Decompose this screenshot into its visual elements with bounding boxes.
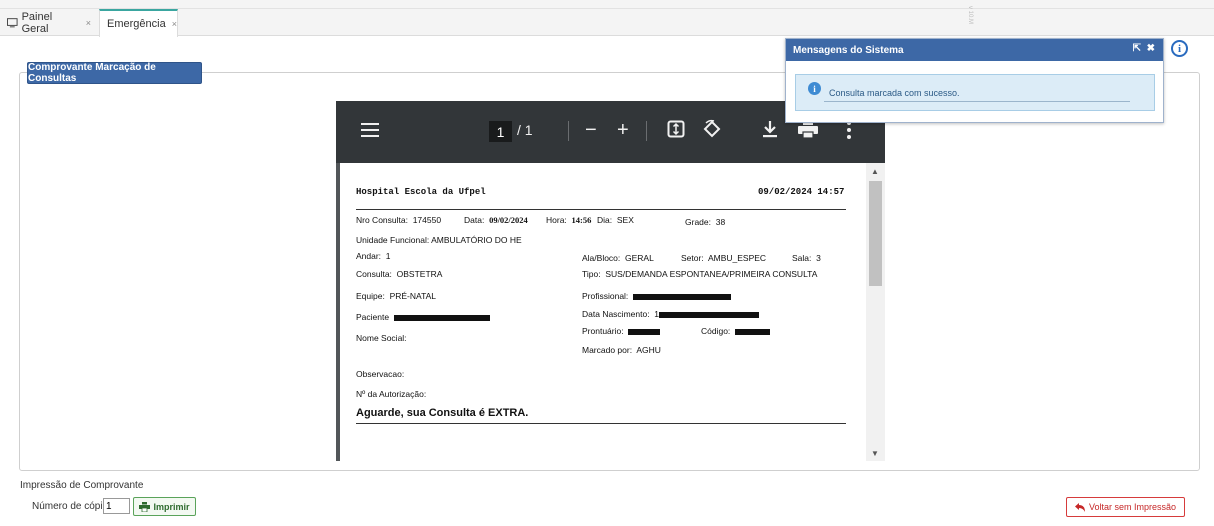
pdf-viewer: 1 / 1 − + Hospital Escola da Ufpel 09/02… — [336, 101, 885, 461]
divider — [356, 423, 846, 424]
scrollbar-thumb[interactable] — [869, 181, 882, 286]
dia-label: Dia: — [597, 215, 613, 225]
equipe-value: PRÉ-NATAL — [389, 291, 437, 301]
tab-label: Emergência — [107, 18, 166, 30]
pdf-scrollbar[interactable]: ▲ ▼ — [866, 163, 885, 461]
zoom-out-button[interactable]: − — [585, 118, 597, 142]
tab-close-icon[interactable]: × — [86, 18, 91, 28]
tab-label: Painel Geral — [21, 10, 53, 35]
consulta-value: OBSTETRA — [396, 269, 443, 279]
nome-social-label: Nome Social: — [356, 333, 407, 343]
message-info-box: i Consulta marcada com sucesso. — [795, 74, 1155, 111]
codigo-label: Código: — [701, 326, 731, 336]
redacted-prontuario — [628, 328, 661, 335]
grade-label: Grade: — [685, 217, 711, 227]
ala-label: Ala/Bloco: — [582, 253, 621, 263]
page-number-input[interactable]: 1 — [489, 121, 512, 142]
setor-value: AMBU_ESPEC — [707, 253, 767, 263]
hospital-name: Hospital Escola da Ufpel — [356, 187, 486, 197]
profissional-label: Profissional: — [582, 291, 629, 301]
prontuario-label: Prontuário: — [582, 326, 624, 336]
undo-icon — [1074, 502, 1085, 512]
aguarde-message: Aguarde, sua Consulta é EXTRA. — [356, 407, 529, 419]
tab-emergencia[interactable]: Emergência × — [99, 9, 178, 37]
message-text: Consulta marcada com sucesso. — [829, 88, 960, 98]
copies-input[interactable] — [103, 498, 130, 514]
equipe-label: Equipe: — [356, 291, 385, 301]
info-icon[interactable]: i — [1171, 40, 1188, 57]
data-nascimento-label: Data Nascimento: — [582, 309, 650, 319]
fit-page-icon[interactable] — [667, 120, 685, 144]
tab-bar: Painel Geral × Emergência × v 10.M — [0, 0, 1214, 37]
toolbar-separator — [646, 121, 647, 141]
version-text: v 10.M — [967, 6, 973, 25]
hora-label: Hora: — [546, 215, 567, 225]
ala-value: GERAL — [625, 253, 654, 263]
grade-value: 38 — [715, 217, 726, 227]
tab-painel-geral[interactable]: Painel Geral × — [0, 9, 98, 36]
dia-value: SEX — [616, 215, 634, 225]
redacted-codigo — [735, 328, 771, 335]
marcado-por-value: AGHU — [636, 345, 661, 355]
download-icon[interactable] — [762, 120, 778, 144]
tab-bar-divider — [0, 8, 1214, 9]
paciente-label: Paciente — [356, 312, 390, 322]
dialog-controls: ⇱ ✖ — [1133, 43, 1155, 54]
data-value: 09/02/2024 — [489, 215, 528, 225]
redacted-data-nascimento — [659, 311, 760, 318]
nro-consulta-label: Nro Consulta: — [356, 215, 408, 225]
message-underline — [824, 101, 1130, 102]
print-button[interactable]: Imprimir — [133, 497, 196, 516]
andar-label: Andar: — [356, 251, 382, 261]
consulta-label: Consulta: — [356, 269, 392, 279]
printer-icon — [139, 501, 151, 512]
printer-icon[interactable] — [798, 121, 818, 145]
back-without-print-button[interactable]: Voltar sem Impressão — [1066, 497, 1185, 517]
back-button-label: Voltar sem Impressão — [1088, 502, 1177, 512]
data-label: Data: — [464, 215, 485, 225]
print-section-title: Impressão de Comprovante — [20, 480, 144, 491]
tipo-label: Tipo: — [582, 269, 601, 279]
pdf-page: Hospital Escola da Ufpel 09/02/2024 14:5… — [340, 163, 866, 461]
rotate-icon[interactable] — [702, 119, 722, 145]
zoom-in-button[interactable]: + — [617, 118, 629, 142]
redacted-profissional — [633, 293, 732, 300]
toolbar-separator — [568, 121, 569, 141]
setor-label: Setor: — [681, 253, 704, 263]
sala-label: Sala: — [792, 253, 812, 263]
divider — [356, 209, 846, 210]
tab-close-icon[interactable]: × — [172, 19, 177, 29]
tipo-value: SUS/DEMANDA ESPONTANEA/PRIMEIRA CONSULTA — [605, 269, 818, 279]
sala-value: 3 — [816, 253, 821, 263]
document-datetime: 09/02/2024 14:57 — [758, 187, 845, 197]
autorizacao-label: Nº da Autorização: — [356, 389, 427, 399]
dialog-header: Mensagens do Sistema ⇱ ✖ — [786, 39, 1163, 61]
nro-consulta-value: 174550 — [412, 215, 442, 225]
popout-icon[interactable]: ⇱ — [1133, 43, 1141, 54]
dialog-title: Mensagens do Sistema — [793, 44, 904, 56]
system-messages-dialog: Mensagens do Sistema ⇱ ✖ i Consulta marc… — [785, 38, 1164, 123]
andar-value: 1 — [385, 251, 391, 261]
page-total: / 1 — [517, 122, 533, 138]
redacted-paciente — [393, 314, 490, 321]
copies-label: Número de cópias — [32, 501, 114, 512]
info-circle-icon: i — [808, 82, 821, 95]
close-icon[interactable]: ✖ — [1147, 43, 1155, 54]
observacao-label: Observacao: — [356, 369, 405, 379]
print-button-label: Imprimir — [153, 501, 190, 512]
scroll-down-icon[interactable]: ▼ — [871, 449, 879, 458]
scroll-up-icon[interactable]: ▲ — [871, 167, 879, 176]
more-vert-icon[interactable] — [847, 121, 851, 145]
panel-legend: Comprovante Marcação de Consultas — [27, 62, 202, 84]
hora-value: 14:56 — [571, 215, 592, 225]
menu-icon[interactable] — [361, 123, 379, 137]
unidade-funcional: Unidade Funcional: AMBULATÓRIO DO HE — [356, 235, 522, 245]
marcado-por-label: Marcado por: — [582, 345, 633, 355]
monitor-icon — [7, 17, 18, 27]
